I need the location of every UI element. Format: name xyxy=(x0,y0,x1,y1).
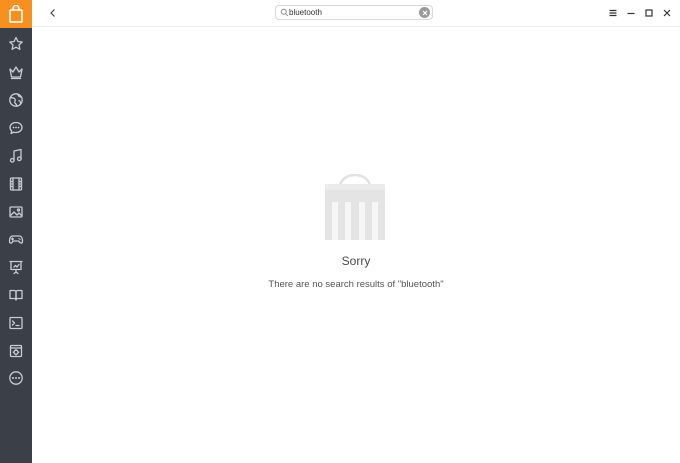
sidebar-item-network[interactable] xyxy=(7,91,25,109)
film-icon xyxy=(9,177,23,191)
titlebar xyxy=(32,0,680,27)
close-icon xyxy=(663,9,671,17)
system-icon xyxy=(9,344,23,358)
sidebar-item-more[interactable] xyxy=(7,369,25,387)
minimize-icon xyxy=(627,12,635,15)
app-logo[interactable] xyxy=(0,0,32,28)
sidebar-item-music[interactable] xyxy=(7,147,25,165)
search-box xyxy=(275,5,433,20)
gamepad-icon xyxy=(8,235,24,244)
close-icon xyxy=(422,10,427,15)
chat-icon xyxy=(9,121,23,135)
sidebar-item-graphics[interactable] xyxy=(7,203,25,221)
chevron-left-icon xyxy=(50,9,55,17)
star-icon xyxy=(9,36,23,50)
empty-state-message: There are no search results of "bluetoot… xyxy=(268,279,444,290)
empty-state-title: Sorry xyxy=(341,254,371,268)
close-window-button[interactable] xyxy=(660,6,674,20)
sidebar-item-system[interactable] xyxy=(7,342,25,360)
book-icon xyxy=(9,289,23,301)
search-input[interactable] xyxy=(289,6,417,19)
sidebar-item-reading[interactable] xyxy=(7,286,25,304)
clear-search-button[interactable] xyxy=(419,7,430,18)
store-bag-icon xyxy=(9,5,23,23)
music-icon xyxy=(9,148,22,163)
terminal-icon xyxy=(9,316,23,330)
sidebar-item-chat[interactable] xyxy=(7,119,25,137)
sidebar-item-games[interactable] xyxy=(7,230,25,248)
hamburger-menu-icon xyxy=(609,9,617,17)
sidebar-item-featured[interactable] xyxy=(7,35,25,53)
crown-icon xyxy=(9,66,23,80)
sidebar-item-ranking[interactable] xyxy=(7,63,25,81)
sidebar-item-development[interactable] xyxy=(7,314,25,332)
maximize-icon xyxy=(645,9,653,17)
main-content: Sorry There are no search results of "bl… xyxy=(32,27,680,463)
maximize-button[interactable] xyxy=(642,6,656,20)
image-icon xyxy=(9,206,23,218)
more-icon xyxy=(9,371,23,385)
search-icon xyxy=(280,8,289,17)
sidebar-item-office[interactable] xyxy=(7,258,25,276)
sidebar xyxy=(0,0,32,463)
back-button[interactable] xyxy=(44,4,62,22)
sidebar-item-video[interactable] xyxy=(7,175,25,193)
menu-button[interactable] xyxy=(606,6,620,20)
globe-icon xyxy=(9,93,23,107)
minimize-button[interactable] xyxy=(624,6,638,20)
presentation-icon xyxy=(9,260,23,275)
empty-bag-icon xyxy=(325,174,385,240)
